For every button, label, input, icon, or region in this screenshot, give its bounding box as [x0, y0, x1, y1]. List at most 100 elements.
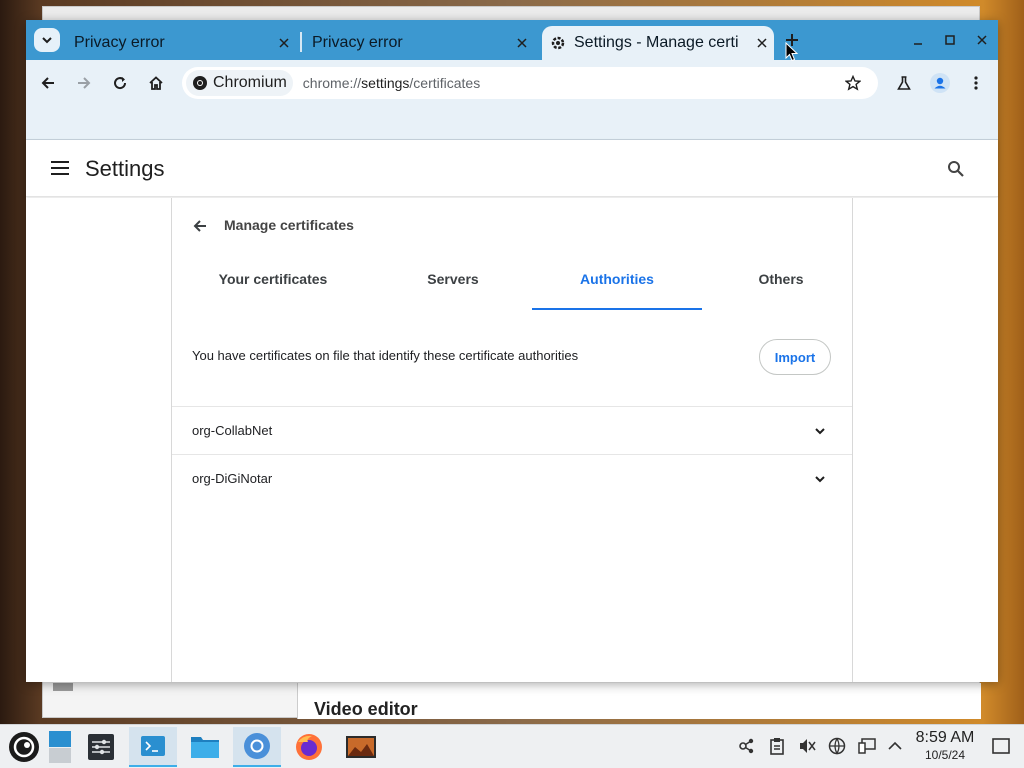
- terminal-button[interactable]: [129, 727, 177, 767]
- address-bar[interactable]: Chromium chrome://settings/certificates: [182, 67, 878, 99]
- reload-icon: [114, 77, 127, 90]
- list-item[interactable]: org-DiGiNotar: [172, 454, 852, 502]
- file-manager-button[interactable]: [181, 727, 229, 767]
- more-vert-icon: [974, 76, 978, 90]
- home-icon: [149, 76, 163, 90]
- settings-menu-button[interactable]: [48, 156, 72, 180]
- firefox-icon: [296, 734, 322, 760]
- subpage-title: Manage certificates: [224, 217, 354, 233]
- settings-header: Settings: [26, 140, 998, 197]
- browser-window: Privacy error Privacy error Settings - M…: [26, 20, 998, 682]
- close-icon: [977, 35, 987, 45]
- tray-clipboard-button[interactable]: [766, 735, 788, 757]
- expand-button[interactable]: [808, 419, 832, 443]
- menu-button[interactable]: [964, 71, 988, 95]
- file-manager-icon: [191, 737, 219, 758]
- browser-tab-3[interactable]: Settings - Manage certi: [542, 26, 774, 60]
- clock-date: 10/5/24: [924, 748, 966, 762]
- tab-authorities[interactable]: Authorities: [532, 268, 702, 310]
- tray-network-button[interactable]: [826, 735, 848, 757]
- tab-your-certificates[interactable]: Your certificates: [188, 268, 358, 310]
- tab-title: Privacy error: [74, 34, 165, 51]
- chevron-down-icon: [815, 427, 825, 434]
- clock[interactable]: 8:59 AM 10/5/24: [910, 729, 980, 762]
- flask-icon: [897, 76, 911, 90]
- taskbar: 8:59 AM 10/5/24: [0, 724, 1024, 768]
- back-button[interactable]: [36, 71, 60, 95]
- search-icon: [948, 161, 964, 177]
- manage-certificates-card: Manage certificates Your certificates Se…: [171, 198, 853, 682]
- tab-title: Privacy error: [312, 34, 403, 51]
- close-icon: [757, 38, 767, 48]
- hamburger-menu-icon: [51, 161, 69, 175]
- authorities-description: You have certificates on file that ident…: [192, 348, 579, 363]
- home-button[interactable]: [144, 71, 168, 95]
- list-item[interactable]: org-CollabNet: [172, 406, 852, 454]
- arrow-left-icon: [193, 220, 206, 232]
- pager-icon: [49, 731, 71, 763]
- star-icon: [845, 75, 861, 91]
- authority-name: org-DiGiNotar: [192, 471, 273, 486]
- show-desktop-icon: [992, 738, 1010, 754]
- maximize-button[interactable]: [938, 28, 962, 52]
- tab-close-button[interactable]: [272, 38, 296, 48]
- tab-others[interactable]: Others: [696, 268, 866, 310]
- site-info-chip[interactable]: Chromium: [186, 70, 293, 96]
- bookmark-button[interactable]: [842, 72, 864, 94]
- tray-connect-button[interactable]: [736, 735, 758, 757]
- labs-button[interactable]: [892, 71, 916, 95]
- browser-tab-1[interactable]: Privacy error: [60, 26, 296, 60]
- browser-tab-2[interactable]: Privacy error: [298, 26, 534, 60]
- authority-name: org-CollabNet: [192, 423, 273, 438]
- tray-display-button[interactable]: [856, 735, 878, 757]
- profile-button[interactable]: [928, 71, 952, 95]
- tab-servers[interactable]: Servers: [368, 268, 538, 310]
- site-chip-label: Chromium: [213, 74, 287, 91]
- chevron-up-icon: [888, 741, 902, 750]
- arrow-right-icon: [78, 77, 91, 89]
- browser-toolbar: Chromium chrome://settings/certificates: [26, 60, 998, 106]
- tab-close-button[interactable]: [510, 38, 534, 48]
- settings-content: Manage certificates Your certificates Se…: [26, 198, 998, 682]
- terminal-icon: [141, 736, 165, 756]
- chromium-button[interactable]: [233, 727, 281, 767]
- volume-muted-icon: [800, 739, 816, 753]
- background-sidebar-item: [53, 683, 73, 691]
- import-button[interactable]: Import: [759, 339, 831, 375]
- tray-volume-button[interactable]: [796, 735, 818, 757]
- chevron-down-icon: [815, 475, 825, 482]
- chromium-icon: [244, 733, 270, 759]
- firefox-button[interactable]: [285, 727, 333, 767]
- kde-connect-icon: [739, 738, 754, 754]
- tab-close-button[interactable]: [750, 38, 774, 48]
- network-icon: [828, 737, 846, 755]
- toolbar-spacer: [26, 106, 998, 140]
- reload-button[interactable]: [108, 71, 132, 95]
- minimize-button[interactable]: [906, 28, 930, 52]
- minimize-icon: [914, 43, 922, 45]
- chromium-icon: [193, 76, 207, 90]
- display-icon: [858, 738, 876, 754]
- media-app-icon: [346, 736, 376, 758]
- tab-search-button[interactable]: [34, 28, 60, 52]
- close-icon: [517, 38, 527, 48]
- show-desktop-button[interactable]: [990, 735, 1012, 757]
- url-text: chrome://settings/certificates: [302, 75, 481, 91]
- page-title: Settings: [85, 156, 165, 181]
- settings-search-button[interactable]: [944, 157, 968, 181]
- arrow-left-icon: [41, 77, 54, 89]
- close-icon: [279, 38, 289, 48]
- window-close-button[interactable]: [970, 28, 994, 52]
- back-to-privacy-button[interactable]: [188, 214, 212, 238]
- background-window-heading: Video editor: [297, 683, 981, 719]
- clock-time: 8:59 AM: [915, 729, 975, 746]
- chevron-down-icon: [42, 37, 52, 44]
- tab-title: Settings - Manage certi: [574, 34, 739, 51]
- tray-expand-button[interactable]: [884, 735, 906, 757]
- system-settings-button[interactable]: [77, 727, 125, 767]
- media-app-button[interactable]: [337, 727, 385, 767]
- forward-button[interactable]: [72, 71, 96, 95]
- avatar-icon: [930, 73, 950, 93]
- expand-button[interactable]: [808, 467, 832, 491]
- mouse-cursor-icon: [785, 42, 799, 62]
